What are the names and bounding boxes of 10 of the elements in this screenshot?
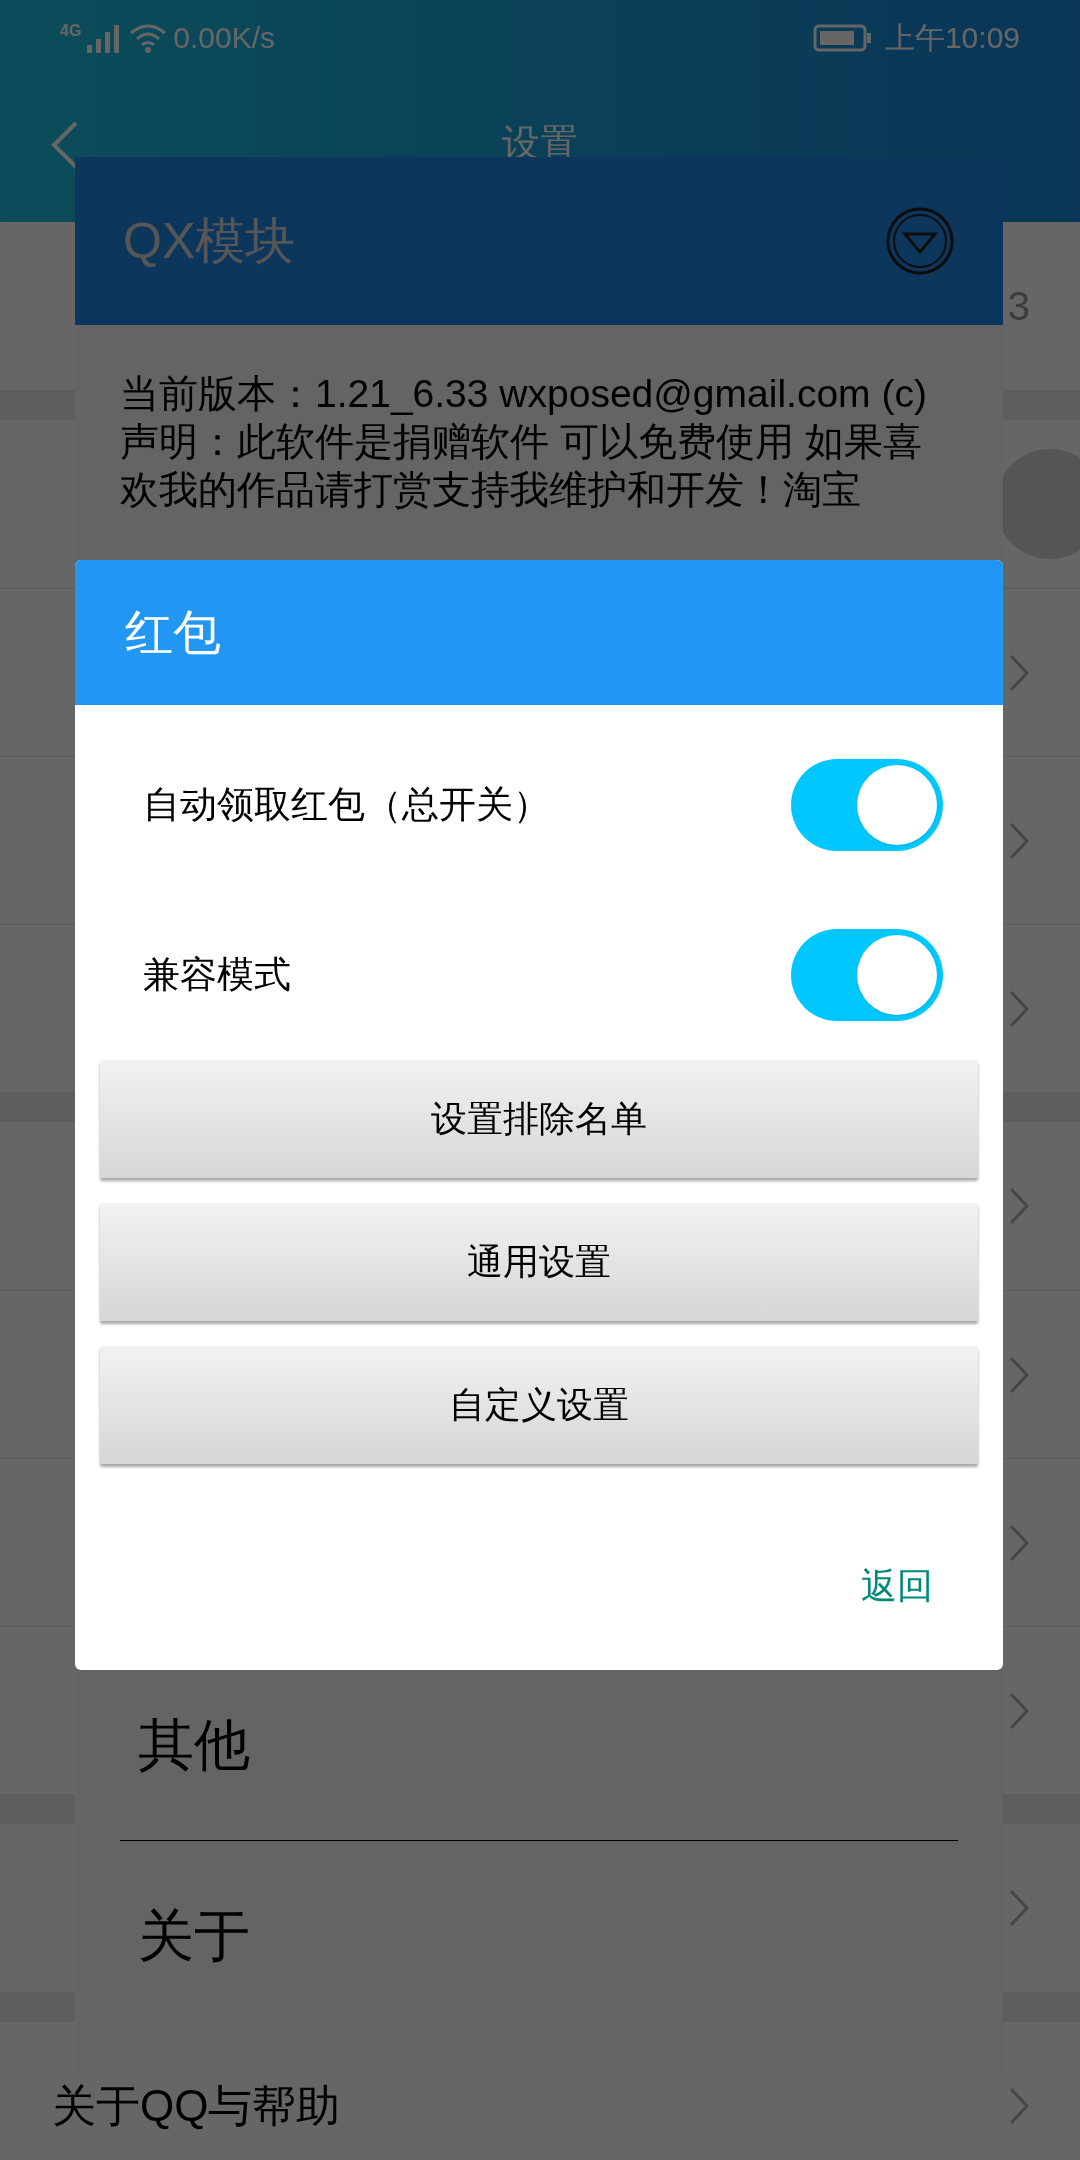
info-text: 当前版本：1.21_6.33 wxposed@gmail.com (c): [120, 371, 928, 417]
dialog-title: QX模块: [123, 211, 296, 271]
network-type: 4G: [60, 21, 82, 41]
clock: 上午10:09: [884, 20, 1020, 56]
toggle-label: 兼容模式: [143, 953, 291, 998]
network-speed: 0.00K/s: [173, 20, 276, 56]
row-label: 关于QQ与帮助: [52, 2080, 341, 2132]
info-text: 声明：此软件是捐赠软件 可以免费使用 如果喜欢我的作品请打赏支持我维护和开发！淘宝: [120, 419, 923, 513]
dialog-title: 红包: [125, 604, 221, 661]
toggle-label: 自动领取红包（总开关）: [143, 783, 550, 828]
